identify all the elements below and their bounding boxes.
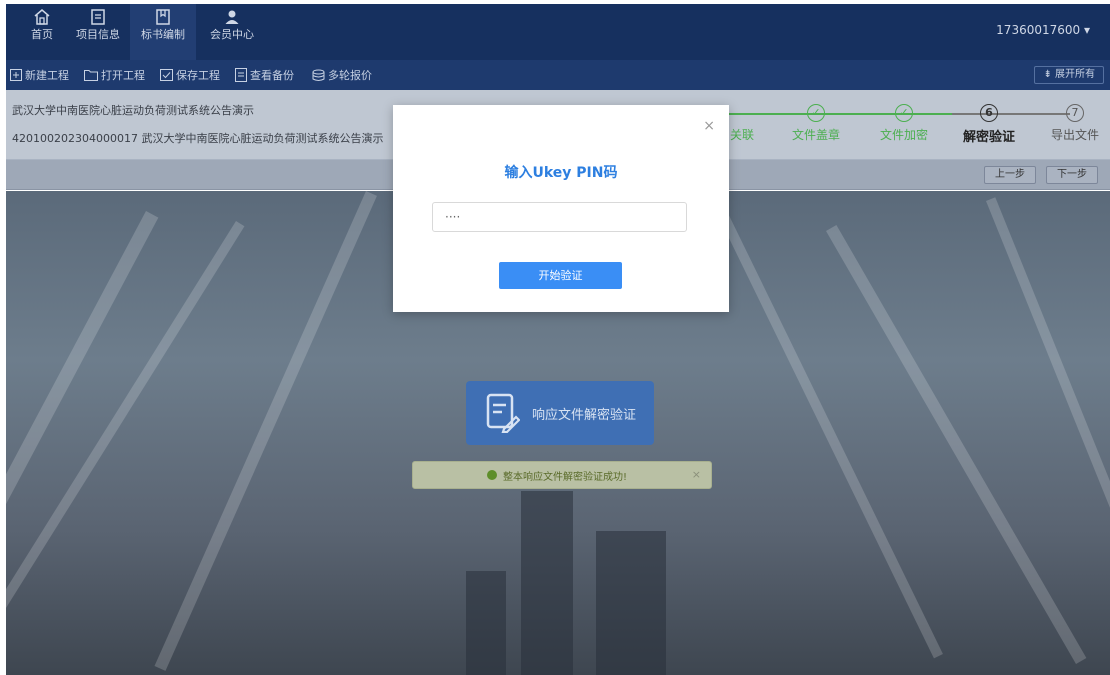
nav-label: 标书编制 <box>141 28 185 41</box>
nav-label: 项目信息 <box>76 28 120 41</box>
step-decrypt-verify[interactable]: 6 解密验证 <box>949 104 1029 145</box>
step-number: 6 <box>980 104 998 122</box>
check-icon: ✓ <box>895 104 913 122</box>
open-project-button[interactable]: 打开工程 <box>84 66 145 84</box>
toolbar-label: 多轮报价 <box>328 69 372 82</box>
file-list-icon <box>235 68 247 82</box>
step-label: 导出文件 <box>1050 128 1099 142</box>
toolbar-label: 打开工程 <box>101 69 145 82</box>
pin-modal: × 输入Ukey PIN码 ···· 开始验证 <box>393 105 729 312</box>
save-project-button[interactable]: 保存工程 <box>160 66 220 84</box>
app-window: 首页 项目信息 标书编制 会员中心 17360017600 ▾ 新建工程 打开工… <box>6 4 1110 675</box>
database-icon <box>312 69 325 81</box>
nav-item-home[interactable]: 首页 <box>14 4 70 60</box>
step-label: 文件加密 <box>879 128 928 142</box>
start-verify-button[interactable]: 开始验证 <box>499 262 622 289</box>
multi-round-quote-button[interactable]: 多轮报价 <box>312 66 372 84</box>
decrypt-verify-card[interactable]: 响应文件解密验证 <box>466 381 654 445</box>
toolbar: 新建工程 打开工程 保存工程 查看备份 多轮报价 ⇟ 展开所有 <box>6 60 1110 90</box>
step-label: 文件盖章 <box>791 128 840 142</box>
glass-beam <box>706 191 943 659</box>
project-code-name: 420100202304000017 武汉大学中南医院心脏运动负荷测试系统公告演… <box>12 132 384 145</box>
home-icon <box>34 9 50 25</box>
check-box-icon <box>160 69 173 81</box>
check-icon: ✓ <box>807 104 825 122</box>
document-edit-icon <box>486 393 520 433</box>
close-icon[interactable]: × <box>692 468 701 481</box>
toolbar-label: 保存工程 <box>176 69 220 82</box>
building-shape <box>596 531 666 675</box>
nav-label: 首页 <box>31 28 53 41</box>
success-icon <box>487 470 497 480</box>
step-file-encrypt[interactable]: ✓ 文件加密 <box>864 104 944 143</box>
glass-beam <box>6 211 159 675</box>
next-step-button[interactable]: 下一步 <box>1046 166 1098 184</box>
expand-all-button[interactable]: ⇟ 展开所有 <box>1034 66 1104 84</box>
pin-input[interactable]: ···· <box>432 202 687 232</box>
close-icon[interactable]: × <box>703 119 715 133</box>
document-icon <box>91 9 105 25</box>
nav-item-member-center[interactable]: 会员中心 <box>204 4 260 60</box>
modal-title: 输入Ukey PIN码 <box>504 165 618 181</box>
glass-beam <box>154 191 377 671</box>
top-nav: 首页 项目信息 标书编制 会员中心 17360017600 ▾ <box>6 4 1110 60</box>
step-file-seal[interactable]: ✓ 文件盖章 <box>776 104 856 143</box>
step-label: 解密验证 <box>962 130 1015 145</box>
step-number: 7 <box>1066 104 1084 122</box>
plus-box-icon <box>10 69 22 81</box>
nav-item-bid-compile[interactable]: 标书编制 <box>130 4 196 60</box>
view-backup-button[interactable]: 查看备份 <box>235 66 294 84</box>
nav-label: 会员中心 <box>210 28 254 41</box>
toolbar-label: 新建工程 <box>25 69 69 82</box>
success-toast: 整本响应文件解密验证成功! × <box>412 461 712 489</box>
project-name: 武汉大学中南医院心脏运动负荷测试系统公告演示 <box>12 104 254 117</box>
toolbar-label: 查看备份 <box>250 69 294 82</box>
building-shape <box>466 571 506 675</box>
user-menu[interactable]: 17360017600 ▾ <box>996 23 1090 37</box>
folder-icon <box>84 70 98 81</box>
new-project-button[interactable]: 新建工程 <box>10 66 69 84</box>
building-shape <box>521 491 573 675</box>
user-icon <box>225 10 239 24</box>
prev-step-button[interactable]: 上一步 <box>984 166 1036 184</box>
step-export-file[interactable]: 7 导出文件 <box>1035 104 1110 143</box>
nav-item-project-info[interactable]: 项目信息 <box>70 4 126 60</box>
bookmark-icon <box>156 9 170 25</box>
glass-beam <box>826 225 1087 665</box>
verify-card-label: 响应文件解密验证 <box>532 407 637 423</box>
toast-text: 整本响应文件解密验证成功! <box>503 471 628 483</box>
